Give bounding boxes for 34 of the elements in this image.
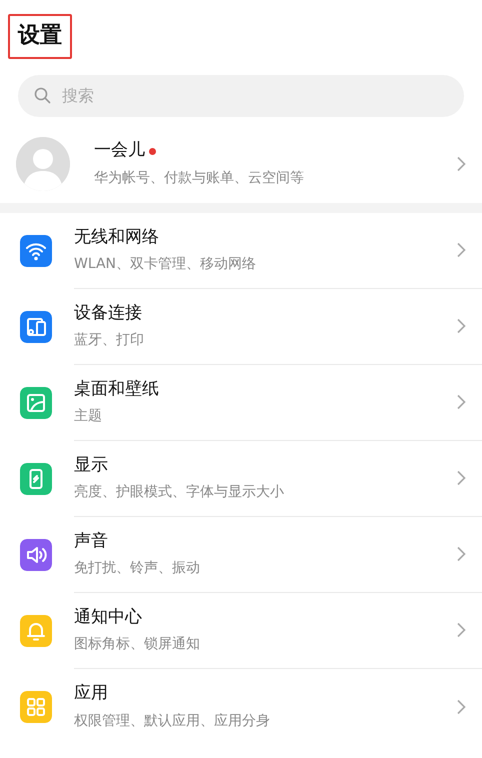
- settings-item[interactable]: 无线和网络 WLAN、双卡管理、移动网络: [0, 212, 482, 289]
- settings-item[interactable]: 桌面和壁纸 主题: [0, 364, 482, 441]
- item-title: 桌面和壁纸: [74, 378, 160, 401]
- settings-item[interactable]: 显示 亮度、护眼模式、字体与显示大小: [0, 440, 482, 517]
- item-subtitle: 主题: [74, 407, 103, 426]
- item-title: 无线和网络: [74, 226, 160, 249]
- item-title: 设备连接: [74, 302, 143, 325]
- item-subtitle: 免打扰、铃声、振动: [74, 559, 201, 578]
- settings-item[interactable]: 通知中心 图标角标、锁屏通知: [0, 592, 482, 669]
- search-field[interactable]: 搜索: [18, 74, 464, 117]
- chevron-icon: [456, 698, 466, 715]
- settings-item[interactable]: 设备连接 蓝牙、打印: [0, 288, 482, 365]
- account-subtitle: 华为帐号、付款与账单、云空间等: [94, 168, 305, 188]
- chevron-icon: [456, 242, 466, 258]
- chevron-icon: [456, 470, 466, 486]
- chevron-icon: [456, 318, 466, 334]
- item-subtitle: 权限管理、默认应用、应用分身: [74, 712, 271, 731]
- item-subtitle: 图标角标、锁屏通知: [74, 635, 201, 654]
- chevron-icon: [456, 622, 466, 638]
- item-title: 显示: [74, 454, 109, 477]
- settings-item[interactable]: 声音 免打扰、铃声、振动: [0, 516, 482, 593]
- item-subtitle: WLAN、双卡管理、移动网络: [74, 255, 258, 274]
- chevron-icon: [456, 394, 466, 410]
- chevron-icon: [456, 546, 466, 562]
- item-title: 应用: [74, 682, 109, 706]
- item-title: 声音: [74, 530, 109, 553]
- item-subtitle: 蓝牙、打印: [74, 331, 145, 350]
- account-row[interactable]: 一会儿 华为帐号、付款与账单、云空间等: [0, 132, 482, 195]
- item-subtitle: 亮度、护眼模式、字体与显示大小: [74, 483, 285, 502]
- account-name: 一会儿: [94, 139, 145, 162]
- chevron-icon: [456, 156, 466, 172]
- settings-item[interactable]: 应用 权限管理、默认应用、应用分身: [0, 668, 482, 745]
- item-title: 通知中心: [74, 606, 143, 629]
- page-title: 设置: [8, 14, 72, 59]
